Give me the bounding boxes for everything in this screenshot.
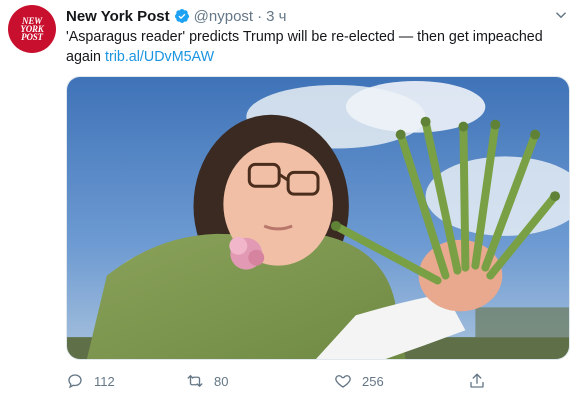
heart-icon	[335, 375, 351, 388]
account-name[interactable]: New York Post	[66, 8, 170, 25]
tweet-link[interactable]: trib.al/UDvM5AW	[105, 49, 214, 65]
tweet-timestamp[interactable]: 3 ч	[266, 8, 286, 25]
tweet-media-photo[interactable]	[66, 76, 570, 360]
separator-dot: ·	[257, 7, 263, 25]
share-icon	[470, 373, 484, 388]
retweet-count: 80	[214, 373, 229, 389]
reply-button[interactable]: 112	[66, 370, 115, 392]
like-count: 256	[362, 373, 384, 389]
tweet-actions: 112 80 256	[66, 370, 566, 392]
chevron-down-icon[interactable]	[552, 6, 570, 24]
retweet-icon	[187, 375, 203, 387]
retweet-button[interactable]: 80	[186, 370, 228, 392]
tweet-text: 'Asparagus reader' predicts Trump will b…	[66, 27, 566, 67]
share-button[interactable]	[468, 370, 496, 392]
reply-count: 112	[94, 373, 115, 389]
reply-icon	[68, 374, 82, 389]
logo-text-line-3: POST	[21, 32, 43, 42]
photo-illustration	[67, 77, 569, 359]
tweet-header: New York Post @nypost · 3 ч	[66, 6, 286, 26]
tweet[interactable]: NEW YORK POST New York Post @nypost · 3 …	[0, 0, 580, 400]
avatar[interactable]: NEW YORK POST	[8, 5, 56, 53]
like-button[interactable]: 256	[334, 370, 384, 392]
verified-badge-icon	[174, 9, 189, 23]
account-handle[interactable]: @nypost	[194, 8, 253, 25]
